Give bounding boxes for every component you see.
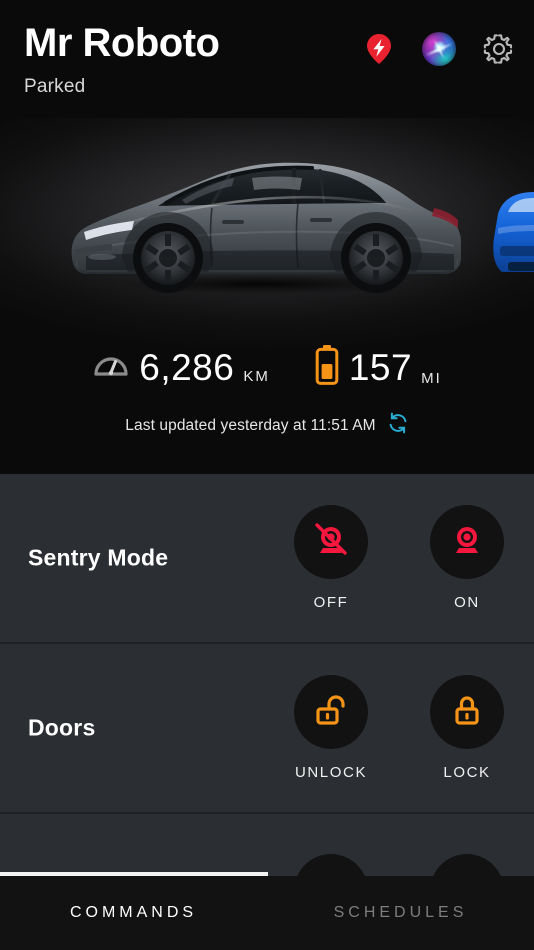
command-row-sentry-mode: Sentry Mode OFF ON: [0, 474, 534, 644]
odometer-stat: 6,286 KM: [92, 346, 270, 389]
trunk-icon: [447, 868, 487, 876]
vehicle-header: Mr Roboto Parked: [0, 0, 534, 130]
action-label: ON: [454, 594, 480, 611]
active-tab-indicator: [0, 872, 268, 876]
frunk-icon: [311, 868, 351, 876]
adjacent-blue-car: [488, 176, 534, 286]
sentry-off-button[interactable]: OFF: [294, 505, 368, 611]
command-label: Sentry Mode: [28, 544, 169, 571]
commands-panel: Sentry Mode OFF ON Doors UNLOCK LOCK: [0, 474, 534, 876]
command-actions: OFF ON: [294, 474, 504, 642]
tab-commands[interactable]: COMMANDS: [0, 876, 267, 950]
bottom-tab-bar: COMMANDS SCHEDULES: [0, 876, 534, 950]
battery-range-value: 157: [348, 347, 413, 388]
vehicle-stats: 6,286 KM 157 MI: [0, 344, 534, 391]
action-icon-circle: [430, 675, 504, 749]
command-actions: UNLOCK LOCK: [294, 644, 504, 812]
page-title: Mr Roboto: [24, 21, 220, 65]
battery-range-stat: 157 MI: [314, 344, 442, 391]
sentry-on-button[interactable]: ON: [430, 505, 504, 611]
tab-schedules[interactable]: SCHEDULES: [267, 876, 534, 950]
action-icon-circle: [430, 853, 504, 876]
command-row-trunk: [0, 814, 534, 876]
battery-range-unit: MI: [421, 370, 442, 387]
tesla-model-3-illustration: [71, 162, 461, 293]
battery-icon: [314, 344, 340, 391]
command-row-doors: Doors UNLOCK LOCK: [0, 644, 534, 814]
command-actions: [294, 814, 504, 876]
odometer-unit: KM: [243, 368, 270, 385]
action-icon-circle: [294, 853, 368, 876]
doors-lock-button[interactable]: LOCK: [430, 675, 504, 781]
camera-off-icon: [310, 519, 352, 566]
frunk-button[interactable]: [294, 853, 368, 876]
last-updated-row: Last updated yesterday at 11:51 AM: [0, 412, 534, 439]
command-label: Doors: [28, 714, 96, 741]
action-label: LOCK: [443, 764, 491, 781]
vehicle-image: [0, 118, 534, 348]
odometer-value: 6,286: [139, 347, 235, 388]
action-icon-circle: [294, 505, 368, 579]
refresh-icon[interactable]: [387, 412, 409, 439]
unlock-icon: [311, 690, 351, 735]
camera-on-icon: [446, 519, 488, 566]
action-icon-circle: [294, 675, 368, 749]
vehicle-hero-section: Mr Roboto Parked 6,286 KM 157 MI Last up…: [0, 0, 534, 474]
vehicle-status: Parked: [24, 76, 86, 97]
last-updated-text: Last updated yesterday at 11:51 AM: [125, 416, 376, 434]
speedometer-icon: [92, 346, 130, 389]
action-label: OFF: [313, 594, 349, 611]
action-label: UNLOCK: [294, 764, 368, 781]
doors-unlock-button[interactable]: UNLOCK: [294, 675, 368, 781]
trunk-button[interactable]: [430, 853, 504, 876]
action-icon-circle: [430, 505, 504, 579]
lock-icon: [447, 690, 487, 735]
